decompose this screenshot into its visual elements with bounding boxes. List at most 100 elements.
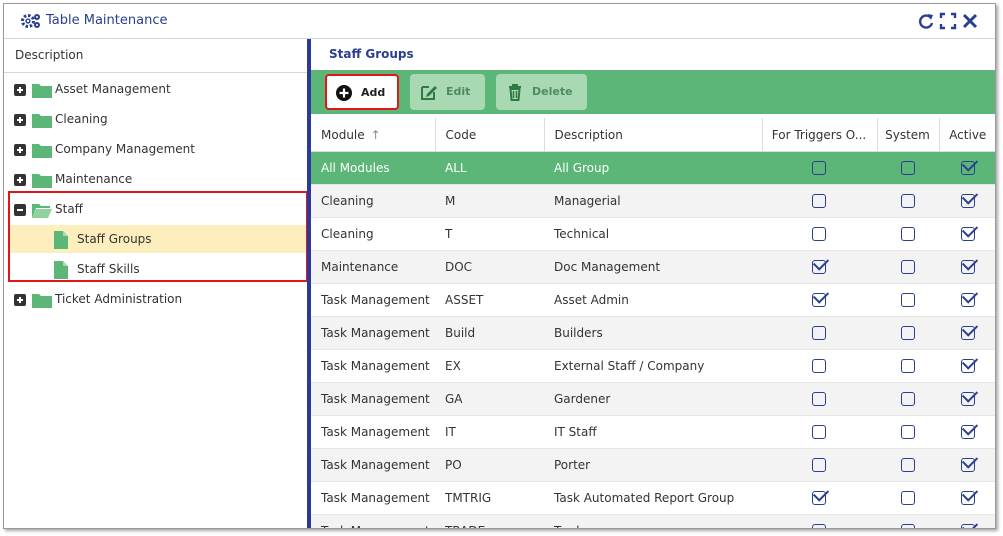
cell-system: [877, 283, 939, 317]
active-checkbox[interactable]: [960, 326, 975, 341]
system-checkbox[interactable]: [900, 458, 915, 473]
system-checkbox[interactable]: [900, 161, 915, 176]
for-triggers-checkbox[interactable]: [812, 359, 826, 374]
active-checkbox[interactable]: [960, 359, 975, 374]
tree-item-ticket-administration[interactable]: Ticket Administration: [4, 285, 306, 313]
for-triggers-checkbox[interactable]: [812, 260, 826, 275]
table-row[interactable]: Task Management IT IT Staff: [311, 415, 995, 449]
collapse-icon[interactable]: [14, 204, 26, 216]
for-triggers-checkbox[interactable]: [812, 227, 826, 242]
table-row[interactable]: Cleaning T Technical: [311, 217, 995, 251]
system-checkbox[interactable]: [900, 491, 915, 506]
add-button[interactable]: Add: [325, 74, 399, 110]
cell-module: Task Management: [311, 349, 435, 383]
tree-item-company-management[interactable]: Company Management: [4, 135, 306, 163]
expand-icon[interactable]: [14, 174, 26, 186]
table-row[interactable]: Task Management EX External Staff / Compan…: [311, 349, 995, 383]
system-checkbox[interactable]: [900, 227, 915, 242]
table-maintenance-window: Table Maintenance Description Asset Mana…: [3, 3, 996, 529]
cell-system: [877, 316, 939, 350]
table-row[interactable]: Task Management GA Gardener: [311, 382, 995, 416]
column-header-active[interactable]: Active: [939, 118, 995, 152]
for-triggers-checkbox[interactable]: [812, 491, 826, 506]
edit-button-label: Edit: [446, 85, 471, 98]
expand-icon[interactable]: [14, 114, 26, 126]
refresh-icon[interactable]: [917, 12, 935, 30]
table-row[interactable]: Task ManagementTRADETradesman: [311, 514, 995, 528]
active-checkbox[interactable]: [960, 524, 975, 528]
column-header-description[interactable]: Description: [544, 118, 763, 152]
column-header-module[interactable]: Module ↑: [311, 118, 436, 152]
for-triggers-checkbox[interactable]: [812, 425, 826, 440]
active-checkbox[interactable]: [960, 161, 975, 176]
table-row[interactable]: All Modules ALL All Group: [311, 151, 995, 185]
sort-asc-icon: ↑: [370, 127, 381, 142]
cell-active: [939, 151, 995, 185]
cell-triggers: [762, 481, 877, 515]
expand-icon[interactable]: [14, 294, 26, 306]
gears-icon: [21, 14, 40, 28]
cell-triggers: [762, 283, 877, 317]
cell-description: Builders: [544, 316, 762, 350]
tree-item-maintenance[interactable]: Maintenance: [4, 165, 306, 193]
cell-module: Task Management: [311, 448, 435, 482]
close-icon[interactable]: [961, 12, 979, 30]
table-row[interactable]: Cleaning M Managerial: [311, 184, 995, 218]
for-triggers-checkbox[interactable]: [812, 293, 826, 308]
system-checkbox[interactable]: [900, 392, 915, 407]
cell-module: Task Management: [311, 415, 435, 449]
active-checkbox[interactable]: [960, 260, 975, 275]
tree-item-label: Cleaning: [55, 112, 108, 126]
cell-code: GA: [435, 382, 544, 416]
for-triggers-checkbox[interactable]: [812, 392, 826, 407]
active-checkbox[interactable]: [960, 491, 975, 506]
system-checkbox[interactable]: [900, 359, 915, 374]
cell-triggers: [762, 514, 877, 528]
cell-code: M: [435, 184, 544, 218]
cell-system: [877, 382, 939, 416]
active-checkbox[interactable]: [960, 194, 975, 209]
system-checkbox[interactable]: [900, 425, 915, 440]
tree-item-staff-skills[interactable]: Staff Skills: [4, 255, 306, 283]
column-header-code[interactable]: Code: [435, 118, 545, 152]
system-checkbox[interactable]: [900, 194, 915, 209]
maximize-icon[interactable]: [939, 12, 957, 30]
active-checkbox[interactable]: [960, 458, 975, 473]
delete-button[interactable]: Delete: [496, 74, 587, 110]
active-checkbox[interactable]: [960, 227, 975, 242]
cell-code: ASSET: [435, 283, 544, 317]
column-header-for-triggers[interactable]: For Triggers O...: [762, 118, 878, 152]
for-triggers-checkbox[interactable]: [812, 524, 826, 528]
cell-active: [939, 316, 995, 350]
expand-icon[interactable]: [14, 84, 26, 96]
tree-item-staff-groups[interactable]: Staff Groups: [10, 225, 306, 253]
cell-module: Task Management: [311, 382, 435, 416]
system-checkbox[interactable]: [900, 293, 915, 308]
column-header-system[interactable]: System: [877, 118, 940, 152]
table-row[interactable]: Task Management TMTRIG Task Automated Repo…: [311, 481, 995, 515]
active-checkbox[interactable]: [960, 425, 975, 440]
for-triggers-checkbox[interactable]: [812, 161, 826, 176]
document-icon: [54, 231, 68, 249]
expand-icon[interactable]: [14, 144, 26, 156]
tree-item-staff[interactable]: Staff: [4, 195, 306, 223]
system-checkbox[interactable]: [900, 524, 915, 528]
tree-item-asset-management[interactable]: Asset Management: [4, 75, 306, 103]
cell-active: [939, 349, 995, 383]
system-checkbox[interactable]: [900, 326, 915, 341]
system-checkbox[interactable]: [900, 260, 915, 275]
cell-active: [939, 481, 995, 515]
edit-button[interactable]: Edit: [410, 74, 485, 110]
for-triggers-checkbox[interactable]: [812, 326, 826, 341]
for-triggers-checkbox[interactable]: [812, 458, 826, 473]
table-row[interactable]: Task Management Build Builders: [311, 316, 995, 350]
active-checkbox[interactable]: [960, 392, 975, 407]
table-row[interactable]: Task Management PO Porter: [311, 448, 995, 482]
table-row[interactable]: Task Management ASSET Asset Admin: [311, 283, 995, 317]
table-row[interactable]: Maintenance DOC Doc Management: [311, 250, 995, 284]
active-checkbox[interactable]: [960, 293, 975, 308]
cell-module: All Modules: [311, 151, 435, 185]
cell-code: IT: [435, 415, 544, 449]
for-triggers-checkbox[interactable]: [812, 194, 826, 209]
tree-item-cleaning[interactable]: Cleaning: [4, 105, 306, 133]
